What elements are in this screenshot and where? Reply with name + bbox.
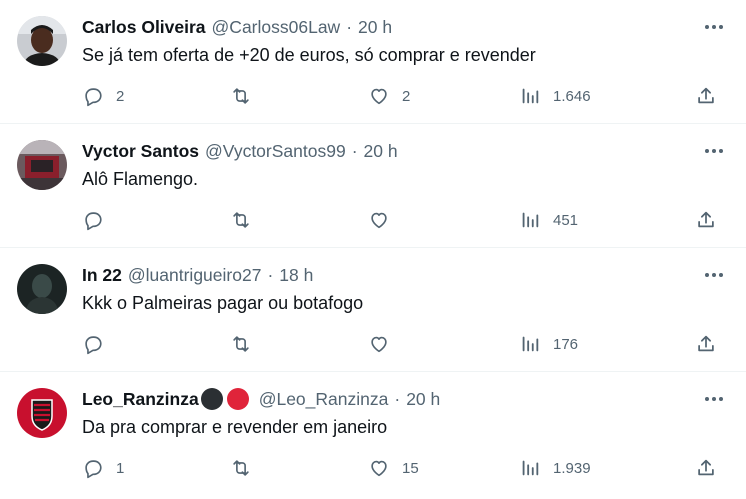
like-count: 15 — [402, 459, 419, 477]
view-count: 451 — [553, 211, 579, 229]
separator-dot: · — [346, 16, 353, 37]
tweet[interactable]: Leo_Ranzinza @Leo_Ranzinza · 20 h Da pra… — [0, 372, 746, 499]
separator-dot: · — [267, 264, 274, 285]
heart-icon — [371, 88, 387, 105]
author-handle[interactable]: @luantrigueiro27 — [128, 265, 262, 286]
heart-icon — [371, 212, 387, 229]
like-button[interactable]: 2 — [368, 84, 410, 108]
view-count: 1.646 — [553, 87, 591, 105]
tweet-text: Se já tem oferta de +20 de euros, só com… — [82, 45, 536, 65]
views-button[interactable]: 1.646 — [519, 84, 591, 108]
timestamp[interactable]: 20 h — [406, 389, 440, 410]
reply-button[interactable] — [82, 332, 116, 356]
tweet-header: In 22 @luantrigueiro27 · 18 h — [82, 264, 313, 286]
tweet-text: Kkk o Palmeiras pagar ou botafogo — [82, 293, 364, 313]
tweet-text: Da pra comprar e revender em janeiro — [82, 417, 388, 437]
share-button[interactable] — [695, 84, 717, 108]
red-circle-emoji-icon — [226, 388, 249, 410]
retweet-icon — [233, 460, 249, 476]
bar-chart-icon — [522, 88, 539, 104]
reply-button[interactable]: 1 — [82, 456, 124, 480]
tweet-header: Carlos Oliveira @Carloss06Law · 20 h — [82, 16, 392, 38]
author-name[interactable]: In 22 — [82, 265, 122, 286]
tweet-header: Leo_Ranzinza @Leo_Ranzinza · 20 h — [82, 388, 440, 410]
author-name[interactable]: Carlos Oliveira — [82, 17, 206, 38]
black-circle-emoji-icon — [200, 388, 223, 410]
bar-chart-icon — [522, 460, 539, 476]
avatar[interactable] — [17, 388, 67, 438]
share-icon — [698, 211, 714, 228]
reply-count: 1 — [116, 459, 125, 477]
separator-dot: · — [394, 388, 401, 409]
more-icon[interactable] — [704, 268, 724, 282]
like-count: 2 — [402, 87, 411, 105]
share-button[interactable] — [695, 332, 717, 356]
like-button[interactable] — [368, 332, 402, 356]
author-handle[interactable]: @Carloss06Law — [212, 17, 341, 38]
tweet-text: Alô Flamengo. — [82, 169, 199, 189]
like-button[interactable]: 15 — [368, 456, 419, 480]
reply-icon — [85, 460, 102, 479]
author-handle[interactable]: @Leo_Ranzinza — [259, 389, 389, 410]
separator-dot: · — [351, 140, 358, 161]
retweet-icon — [233, 88, 249, 104]
retweet-icon — [233, 336, 249, 352]
reply-icon — [85, 336, 102, 355]
tweet[interactable]: Vyctor Santos @VyctorSantos99 · 20 h Alô… — [0, 124, 746, 248]
share-button[interactable] — [695, 456, 717, 480]
retweet-icon — [233, 212, 249, 228]
tweet[interactable]: Carlos Oliveira @Carloss06Law · 20 h Se … — [0, 0, 746, 124]
retweet-button[interactable] — [230, 332, 264, 356]
like-button[interactable] — [368, 208, 402, 232]
author-handle[interactable]: @VyctorSantos99 — [205, 141, 346, 162]
reply-button[interactable]: 2 — [82, 84, 124, 108]
reply-button[interactable] — [82, 208, 116, 232]
views-button[interactable]: 1.939 — [519, 456, 591, 480]
views-button[interactable]: 176 — [519, 332, 578, 356]
share-icon — [698, 459, 714, 476]
share-icon — [698, 87, 714, 104]
share-button[interactable] — [695, 208, 717, 232]
author-name[interactable]: Leo_Ranzinza — [82, 389, 199, 410]
more-icon[interactable] — [704, 20, 724, 34]
tweet[interactable]: In 22 @luantrigueiro27 · 18 h Kkk o Palm… — [0, 248, 746, 372]
reply-icon — [85, 88, 102, 107]
tweet-header: Vyctor Santos @VyctorSantos99 · 20 h — [82, 140, 398, 162]
heart-icon — [371, 460, 387, 477]
avatar[interactable] — [17, 16, 67, 66]
timestamp[interactable]: 20 h — [358, 17, 392, 38]
timestamp[interactable]: 20 h — [364, 141, 398, 162]
views-button[interactable]: 451 — [519, 208, 578, 232]
reply-count: 2 — [116, 87, 125, 105]
heart-icon — [371, 336, 387, 353]
author-name[interactable]: Vyctor Santos — [82, 141, 199, 162]
more-icon[interactable] — [704, 144, 724, 158]
bar-chart-icon — [522, 212, 539, 228]
avatar[interactable] — [17, 264, 67, 314]
avatar[interactable] — [17, 140, 67, 190]
retweet-button[interactable] — [230, 456, 264, 480]
replies-feed: Carlos Oliveira @Carloss06Law · 20 h Se … — [0, 0, 746, 499]
reply-icon — [85, 212, 102, 231]
retweet-button[interactable] — [230, 208, 264, 232]
view-count: 176 — [553, 335, 579, 353]
timestamp[interactable]: 18 h — [279, 265, 313, 286]
bar-chart-icon — [522, 336, 539, 352]
retweet-button[interactable] — [230, 84, 264, 108]
share-icon — [698, 335, 714, 352]
more-icon[interactable] — [704, 392, 724, 406]
view-count: 1.939 — [553, 459, 591, 477]
